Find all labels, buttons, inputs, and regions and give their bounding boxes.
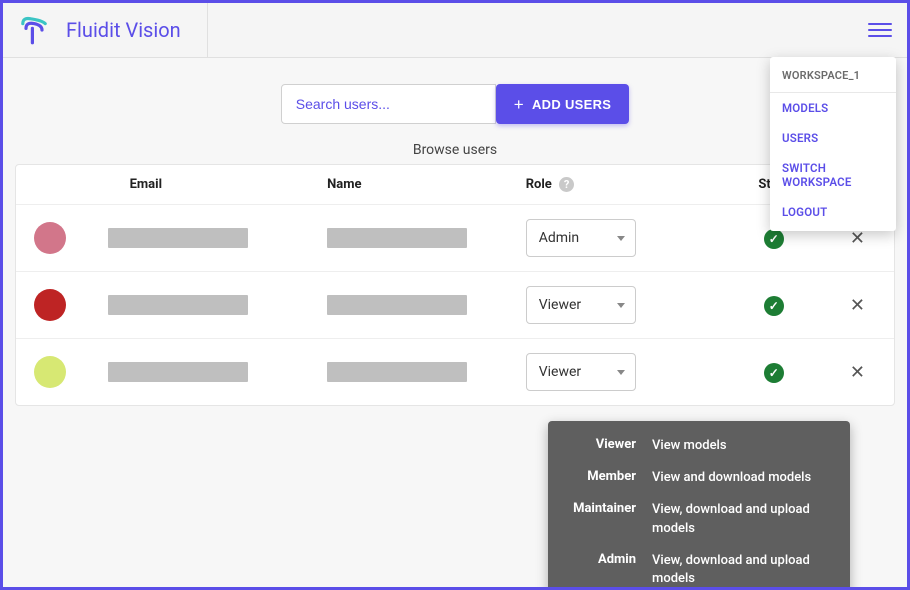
check-icon: ✓ [764,229,784,249]
col-avatar [16,165,100,205]
col-role-label: Role [526,177,552,192]
avatar [34,356,66,388]
app-logo-icon [18,14,50,46]
role-select[interactable]: Viewer [526,286,636,324]
help-icon[interactable]: ? [559,177,574,192]
role-select[interactable]: Viewer [526,353,636,391]
col-role: Role ? [518,165,727,205]
menu-item-logout[interactable]: LOGOUT [770,197,896,227]
avatar [34,222,66,254]
hamburger-menu-icon[interactable] [868,18,892,42]
email-redacted [108,362,248,382]
logo-area[interactable]: Fluidit Vision [18,3,208,57]
users-table: Email Name Role ? State Admin ✓ [15,164,895,406]
tooltip-role: Member [566,469,636,487]
tooltip-desc: View, download and upload models [652,501,832,537]
close-icon[interactable]: ✕ [850,362,865,383]
role-select[interactable]: Admin [526,219,636,257]
chevron-down-icon [617,236,625,241]
add-users-button[interactable]: + ADD USERS [496,84,630,124]
role-tooltip: Viewer View models Member View and downl… [548,421,850,587]
tooltip-row: Member View and download models [566,469,832,487]
app-title: Fluidit Vision [66,18,181,42]
role-value: Viewer [539,364,581,380]
table-row: Admin ✓ ✕ [16,205,894,272]
table-row: Viewer ✓ ✕ [16,272,894,339]
col-email: Email [100,165,320,205]
check-icon: ✓ [764,363,784,383]
add-users-label: ADD USERS [532,97,611,112]
email-redacted [108,295,248,315]
workspace-menu: WORKSPACE_1 MODELSUSERSSWITCH WORKSPACEL… [770,57,896,231]
check-icon: ✓ [764,296,784,316]
menu-item-models[interactable]: MODELS [770,93,896,123]
name-redacted [327,295,467,315]
search-input[interactable] [281,84,496,124]
close-icon[interactable]: ✕ [850,295,865,316]
tooltip-role: Admin [566,552,636,587]
plus-icon: + [514,96,524,113]
menu-header: WORKSPACE_1 [770,57,896,93]
menu-item-switch-workspace[interactable]: SWITCH WORKSPACE [770,153,896,197]
table-row: Viewer ✓ ✕ [16,339,894,406]
role-value: Viewer [539,297,581,313]
chevron-down-icon [617,303,625,308]
email-redacted [108,228,248,248]
tooltip-desc: View and download models [652,469,811,487]
name-redacted [327,228,467,248]
tooltip-row: Admin View, download and upload modelsMa… [566,552,832,587]
tooltip-row: Maintainer View, download and upload mod… [566,501,832,537]
col-name: Name [319,165,518,205]
name-redacted [327,362,467,382]
chevron-down-icon [617,370,625,375]
tooltip-role: Maintainer [566,501,636,537]
tooltip-role: Viewer [566,437,636,455]
tooltip-row: Viewer View models [566,437,832,455]
tooltip-desc: View models [652,437,727,455]
app-header: Fluidit Vision [3,3,907,58]
role-value: Admin [539,230,579,246]
menu-item-users[interactable]: USERS [770,123,896,153]
avatar [34,289,66,321]
tooltip-desc: View, download and upload modelsManage u… [652,552,832,587]
